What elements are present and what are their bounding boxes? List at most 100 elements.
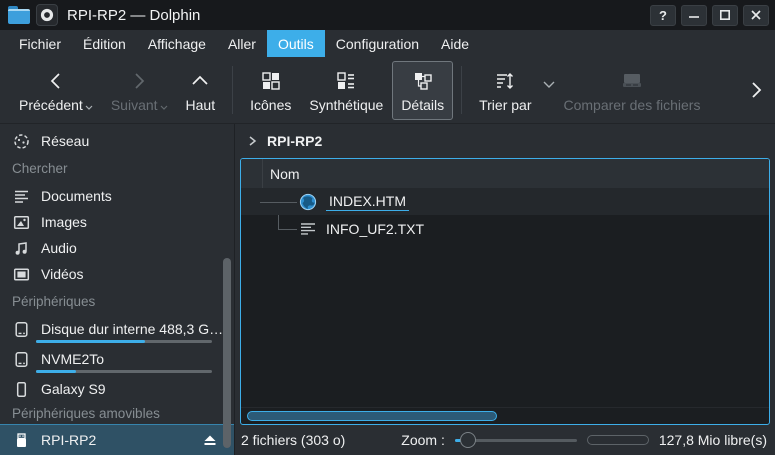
zoom-slider-handle[interactable] bbox=[460, 432, 476, 448]
help-button[interactable]: ? bbox=[650, 5, 676, 26]
eject-button[interactable] bbox=[194, 433, 226, 447]
window-controls: ? bbox=[650, 5, 769, 26]
sidebar-item-label: Galaxy S9 bbox=[41, 381, 106, 397]
sidebar-item-disque-interne[interactable]: Disque dur interne 488,3 G… bbox=[0, 316, 234, 346]
statusbar-middle: Zoom : 127,8 Mio libre(s) bbox=[353, 431, 767, 449]
file-row-index-htm[interactable]: INDEX.HTM bbox=[241, 188, 769, 215]
sort-by-button[interactable]: Trier par bbox=[470, 61, 540, 120]
harddisk-icon bbox=[13, 321, 30, 338]
html-file-icon bbox=[299, 193, 317, 211]
file-rows: INDEX.HTM INFO_UF2.TXT bbox=[241, 188, 769, 407]
menu-aller[interactable]: Aller bbox=[217, 30, 267, 57]
menu-outils[interactable]: Outils bbox=[267, 30, 325, 57]
sort-icon bbox=[494, 69, 516, 93]
text-file-icon bbox=[299, 220, 317, 238]
chevron-down-icon bbox=[85, 105, 93, 110]
section-peripheriques-amovibles: Périphériques amovibles bbox=[0, 402, 234, 424]
chevron-left-icon bbox=[45, 69, 67, 93]
up-button[interactable]: Haut bbox=[177, 61, 225, 120]
compact-view-button[interactable]: Synthétique bbox=[300, 61, 392, 120]
sort-group: Trier par bbox=[470, 61, 554, 120]
eject-icon bbox=[202, 433, 218, 447]
menu-aide[interactable]: Aide bbox=[430, 30, 480, 57]
toolbar-separator bbox=[461, 66, 462, 114]
sidebar-scrollbar-thumb[interactable] bbox=[223, 258, 231, 448]
folder-icon bbox=[8, 6, 30, 24]
back-label: Précédent bbox=[19, 98, 93, 113]
forward-label: Suivant bbox=[111, 98, 168, 113]
icons-view-button[interactable]: Icônes bbox=[241, 61, 300, 120]
audio-icon bbox=[13, 240, 30, 257]
network-icon bbox=[13, 133, 30, 150]
main-panel: RPI-RP2 Nom INDEX.HTM bbox=[235, 124, 775, 455]
sidebar-item-label: Vidéos bbox=[41, 266, 84, 282]
sidebar-item-label: Images bbox=[41, 214, 87, 230]
column-header-row: Nom bbox=[241, 159, 769, 188]
titlebar: RPI-RP2 — Dolphin ? bbox=[0, 0, 775, 30]
chevron-right-icon bbox=[128, 69, 150, 93]
statusbar: 2 fichiers (303 o) Zoom : 127,8 Mio libr… bbox=[235, 425, 775, 455]
capacity-bar bbox=[587, 435, 649, 445]
video-icon bbox=[13, 266, 30, 283]
chevron-right-icon bbox=[749, 81, 763, 99]
forward-button[interactable]: Suivant bbox=[102, 61, 177, 120]
details-view-button[interactable]: Détails bbox=[392, 61, 453, 120]
maximize-icon bbox=[720, 10, 730, 20]
sidebar-item-rpi-rp2[interactable]: RPI-RP2 bbox=[0, 424, 234, 455]
toolbar-overflow-button[interactable] bbox=[741, 77, 771, 103]
file-name: INFO_UF2.TXT bbox=[326, 221, 424, 237]
file-view: Nom INDEX.HTM bbox=[240, 158, 770, 425]
sidebar-item-audio[interactable]: Audio bbox=[0, 235, 234, 261]
sidebar-item-images[interactable]: Images bbox=[0, 209, 234, 235]
sidebar-item-nvme2to[interactable]: NVME2To bbox=[0, 346, 234, 376]
disk-usage-bar bbox=[36, 340, 212, 343]
view-compact-icon bbox=[336, 69, 356, 93]
chevron-down-icon bbox=[160, 105, 168, 110]
breadcrumb-root[interactable]: RPI-RP2 bbox=[267, 133, 322, 149]
document-icon bbox=[13, 188, 30, 205]
menu-configuration[interactable]: Configuration bbox=[325, 30, 430, 57]
usb-drive-icon bbox=[13, 432, 30, 449]
free-space-label: 127,8 Mio libre(s) bbox=[659, 432, 767, 448]
column-header-nom[interactable]: Nom bbox=[263, 166, 300, 182]
tree-branch-stub bbox=[278, 229, 297, 230]
window-title: RPI-RP2 — Dolphin bbox=[67, 7, 200, 24]
close-button[interactable] bbox=[743, 5, 769, 26]
menu-fichier[interactable]: Fichier bbox=[8, 30, 72, 57]
sidebar-item-label: RPI-RP2 bbox=[41, 432, 96, 448]
sidebar-item-label: Audio bbox=[41, 240, 77, 256]
section-peripheriques: Périphériques bbox=[0, 287, 234, 316]
file-row-info-uf2-txt[interactable]: INFO_UF2.TXT bbox=[241, 215, 769, 242]
chevron-right-icon bbox=[247, 135, 257, 147]
menu-edition[interactable]: Édition bbox=[72, 30, 137, 57]
harddisk-icon bbox=[13, 351, 30, 368]
maximize-button[interactable] bbox=[712, 5, 738, 26]
sidebar-item-videos[interactable]: Vidéos bbox=[0, 261, 234, 287]
app-badge-icon[interactable] bbox=[36, 4, 58, 26]
horizontal-scrollbar-thumb[interactable] bbox=[247, 411, 497, 421]
tree-branch-stub bbox=[260, 202, 297, 203]
ring-icon bbox=[40, 8, 54, 22]
close-icon bbox=[751, 10, 761, 20]
files-summary: 2 fichiers (303 o) bbox=[241, 432, 345, 448]
phone-icon bbox=[13, 381, 30, 398]
sidebar-item-label: Disque dur interne 488,3 G… bbox=[41, 321, 223, 337]
sidebar-item-label: Réseau bbox=[41, 133, 89, 149]
breadcrumb: RPI-RP2 bbox=[235, 124, 775, 158]
sidebar-item-reseau[interactable]: Réseau bbox=[0, 128, 234, 154]
compare-files-button[interactable]: Comparer des fichiers bbox=[555, 61, 710, 120]
back-button[interactable]: Précédent bbox=[10, 61, 102, 120]
expander-column bbox=[241, 159, 263, 188]
compare-files-icon bbox=[620, 69, 644, 93]
chevron-down-icon[interactable] bbox=[543, 81, 555, 88]
menu-affichage[interactable]: Affichage bbox=[137, 30, 217, 57]
disk-usage-bar bbox=[36, 370, 212, 373]
compact-view-label: Synthétique bbox=[309, 98, 383, 113]
toolbar-separator bbox=[232, 66, 233, 114]
zoom-slider[interactable] bbox=[455, 431, 577, 449]
sidebar-item-galaxy-s9[interactable]: Galaxy S9 bbox=[0, 376, 234, 402]
dolphin-window: RPI-RP2 — Dolphin ? Fichier Édition Affi… bbox=[0, 0, 775, 455]
minimize-button[interactable] bbox=[681, 5, 707, 26]
sidebar-item-documents[interactable]: Documents bbox=[0, 183, 234, 209]
menubar: Fichier Édition Affichage Aller Outils C… bbox=[0, 30, 775, 57]
